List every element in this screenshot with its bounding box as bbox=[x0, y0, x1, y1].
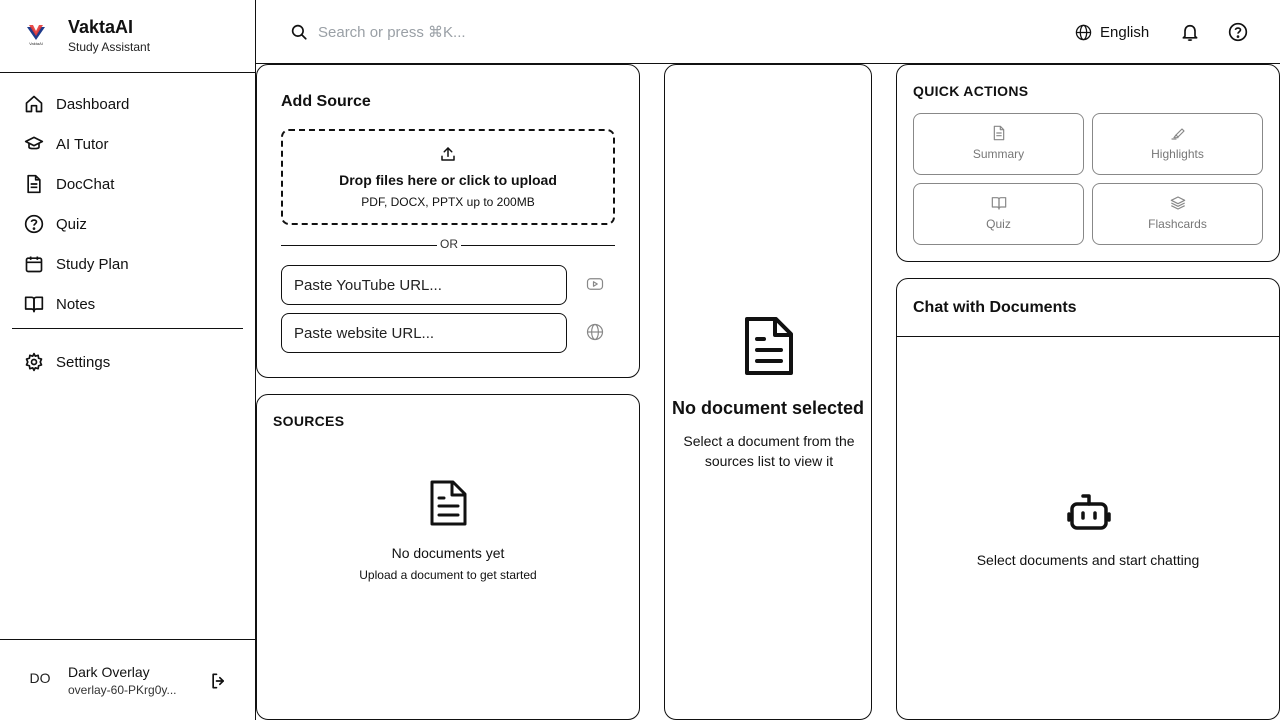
top-bar: English bbox=[256, 0, 1280, 64]
brand-subtitle: Study Assistant bbox=[68, 40, 151, 54]
sidebar-nav: Dashboard AI Tutor DocChat Quiz Study Pl… bbox=[12, 84, 243, 324]
gear-icon bbox=[24, 352, 44, 372]
highlights-label: Highlights bbox=[1151, 147, 1204, 161]
document-icon bbox=[745, 317, 793, 375]
layers-icon bbox=[1170, 196, 1186, 210]
chat-title: Chat with Documents bbox=[913, 299, 1077, 316]
bell-icon[interactable] bbox=[1180, 22, 1200, 42]
viewer-empty-subtitle: Select a document from the sources list … bbox=[683, 433, 855, 469]
brand-header: VaktaAI VaktaAI Study Assistant bbox=[0, 0, 255, 73]
sidebar-item-label: Quiz bbox=[56, 215, 87, 233]
viewer-empty-title: No document selected bbox=[671, 398, 865, 418]
chat-card: Chat with Documents Select documents and… bbox=[896, 278, 1280, 720]
website-url-input[interactable] bbox=[281, 313, 567, 353]
brand-name: VaktaAI bbox=[68, 17, 134, 37]
quick-actions-title: QUICK ACTIONS bbox=[913, 83, 1029, 99]
upload-icon bbox=[441, 147, 455, 161]
sidebar-item-settings[interactable]: Settings bbox=[12, 342, 243, 382]
sidebar-item-docchat[interactable]: DocChat bbox=[12, 164, 243, 204]
sources-empty-title: No documents yet bbox=[391, 545, 505, 561]
file-dropzone[interactable]: Drop files here or click to upload PDF, … bbox=[281, 129, 615, 225]
chat-header: Chat with Documents bbox=[897, 279, 1279, 337]
flashcards-button[interactable]: Flashcards bbox=[1092, 183, 1263, 245]
sidebar-item-ai-tutor[interactable]: AI Tutor bbox=[12, 124, 243, 164]
add-source-card: Add Source Drop files here or click to u… bbox=[256, 64, 640, 378]
language-selector[interactable]: English bbox=[1075, 20, 1149, 44]
sources-empty-subtitle: Upload a document to get started bbox=[359, 568, 537, 582]
sources-card: SOURCES No documents yet Upload a docume… bbox=[256, 394, 640, 720]
sidebar-item-label: Dashboard bbox=[56, 95, 130, 113]
home-icon bbox=[24, 94, 44, 114]
sidebar-divider bbox=[12, 328, 243, 329]
logout-icon[interactable] bbox=[209, 671, 229, 691]
globe-icon bbox=[1075, 24, 1092, 40]
dropzone-instruction: Drop files here or click to upload bbox=[339, 172, 557, 188]
sidebar-item-study-plan[interactable]: Study Plan bbox=[12, 244, 243, 284]
add-source-title: Add Source bbox=[281, 93, 371, 110]
sidebar-item-label: Settings bbox=[56, 353, 111, 371]
sources-title: SOURCES bbox=[273, 413, 345, 429]
file-text-icon bbox=[993, 125, 1005, 141]
svg-text:VaktaAI: VaktaAI bbox=[29, 41, 43, 46]
user-id: overlay-60-PKrg0y... bbox=[68, 683, 177, 697]
avatar: DO bbox=[29, 670, 51, 686]
sidebar-item-quiz[interactable]: Quiz bbox=[12, 204, 243, 244]
dropzone-file-types: PDF, DOCX, PPTX up to 200MB bbox=[361, 195, 535, 209]
help-circle-icon bbox=[24, 214, 44, 234]
highlighter-icon bbox=[1171, 128, 1185, 140]
quiz-button[interactable]: Quiz bbox=[913, 183, 1084, 245]
sidebar-item-label: Notes bbox=[56, 295, 96, 313]
search-icon bbox=[291, 24, 307, 40]
bot-icon bbox=[1067, 494, 1111, 530]
sidebar-item-label: DocChat bbox=[56, 175, 115, 193]
document-icon bbox=[430, 480, 467, 526]
language-label: English bbox=[1100, 23, 1150, 41]
book-open-icon bbox=[24, 294, 44, 314]
sidebar-item-dashboard[interactable]: Dashboard bbox=[12, 84, 243, 124]
sidebar-item-label: AI Tutor bbox=[56, 135, 109, 153]
flashcards-label: Flashcards bbox=[1148, 217, 1207, 231]
sidebar-item-label: Study Plan bbox=[56, 255, 129, 273]
sidebar-settings-section: Settings bbox=[12, 342, 243, 382]
book-open-icon bbox=[991, 197, 1007, 210]
file-text-icon bbox=[24, 174, 44, 194]
brand-logo-icon: VaktaAI bbox=[27, 25, 45, 46]
calendar-icon bbox=[24, 254, 44, 274]
sidebar-item-notes[interactable]: Notes bbox=[12, 284, 243, 324]
sidebar: VaktaAI VaktaAI Study Assistant Dashboar… bbox=[0, 0, 256, 720]
youtube-icon[interactable] bbox=[586, 275, 604, 293]
chat-empty-message: Select documents and start chatting bbox=[976, 552, 1200, 568]
graduation-cap-icon bbox=[24, 134, 44, 154]
search-input[interactable] bbox=[318, 20, 718, 44]
or-label: OR bbox=[437, 237, 461, 251]
summary-button[interactable]: Summary bbox=[913, 113, 1084, 175]
summary-label: Summary bbox=[972, 147, 1025, 161]
user-name: Dark Overlay bbox=[68, 664, 150, 680]
user-profile: DO Dark Overlay overlay-60-PKrg0y... bbox=[0, 639, 255, 720]
youtube-url-input[interactable] bbox=[281, 265, 567, 305]
help-icon[interactable] bbox=[1228, 22, 1248, 42]
quick-actions-card: QUICK ACTIONS Summary Highlights Quiz Fl… bbox=[896, 64, 1280, 262]
quiz-label: Quiz bbox=[986, 217, 1011, 231]
highlights-button[interactable]: Highlights bbox=[1092, 113, 1263, 175]
document-viewer-card: No document selected Select a document f… bbox=[664, 64, 872, 720]
globe-icon[interactable] bbox=[586, 323, 604, 341]
